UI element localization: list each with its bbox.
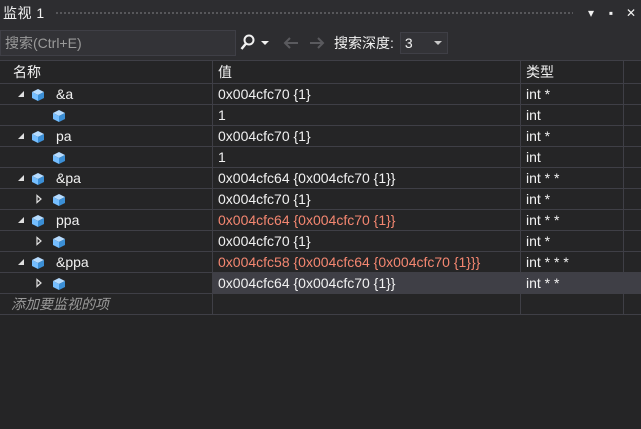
- watch-type: int * * *: [526, 254, 569, 270]
- variable-cube-icon: [31, 255, 45, 269]
- watch-type: int *: [526, 86, 551, 102]
- expander-collapsed-icon[interactable]: [34, 278, 44, 288]
- search-box: [0, 30, 236, 56]
- add-watch-row[interactable]: 添加要监视的项: [0, 294, 641, 315]
- drag-handle[interactable]: [54, 10, 573, 16]
- variable-cube-icon: [52, 192, 66, 206]
- search-depth-value: 3: [404, 35, 413, 51]
- column-header-type[interactable]: 类型: [521, 61, 624, 83]
- search-toolbar: 搜索深度: 3: [0, 26, 641, 60]
- expander-expanded-icon[interactable]: [16, 257, 26, 267]
- watch-grid: 名称 值 类型 &a 0x004cfc70 {1} int * 1 int pa 0x004…: [0, 60, 641, 315]
- window-title: 监视 1: [3, 5, 45, 21]
- watch-name: &a: [56, 86, 74, 102]
- table-row[interactable]: &pa 0x004cfc64 {0x004cfc70 {1}} int * *: [0, 168, 641, 189]
- title-bar: 监视 1 ▾ ▪ ✕: [0, 0, 641, 26]
- variable-cube-icon: [31, 129, 45, 143]
- variable-cube-icon: [31, 87, 45, 101]
- watch-type: int * *: [526, 212, 560, 228]
- arrow-right-icon: [310, 37, 325, 49]
- watch-type: int: [526, 149, 541, 165]
- search-input[interactable]: [1, 34, 207, 52]
- variable-cube-icon: [31, 171, 45, 185]
- back-button[interactable]: [278, 30, 304, 56]
- watch-value[interactable]: 0x004cfc70 {1}: [213, 128, 311, 144]
- watch-name: &pa: [56, 170, 81, 186]
- watch-type: int * *: [526, 170, 560, 186]
- expander-collapsed-icon[interactable]: [34, 194, 44, 204]
- table-row[interactable]: ppa 0x004cfc64 {0x004cfc70 {1}} int * *: [0, 210, 641, 231]
- chevron-down-icon: [433, 41, 442, 45]
- watch-value[interactable]: 0x004cfc70 {1}: [213, 191, 311, 207]
- variable-cube-icon: [52, 108, 66, 122]
- dropdown-icon[interactable]: ▾: [581, 0, 601, 26]
- table-row[interactable]: 0x004cfc64 {0x004cfc70 {1}} int * *: [0, 273, 641, 294]
- watch-type: int * *: [526, 275, 560, 291]
- table-row[interactable]: 1 int: [0, 105, 641, 126]
- table-row[interactable]: pa 0x004cfc70 {1} int *: [0, 126, 641, 147]
- maximize-icon[interactable]: ▪: [601, 0, 621, 26]
- grid-header: 名称 值 类型: [0, 60, 641, 84]
- table-row[interactable]: 0x004cfc70 {1} int *: [0, 231, 641, 252]
- watch-name: pa: [56, 128, 72, 144]
- table-row[interactable]: &ppa 0x004cfc58 {0x004cfc64 {0x004cfc70 {…: [0, 252, 641, 273]
- forward-button[interactable]: [304, 30, 330, 56]
- variable-cube-icon: [52, 150, 66, 164]
- watch-value[interactable]: 0x004cfc70 {1}: [213, 86, 311, 102]
- arrow-left-icon: [283, 37, 298, 49]
- chevron-down-icon: [261, 41, 269, 45]
- variable-cube-icon: [31, 213, 45, 227]
- add-watch-placeholder: 添加要监视的项: [11, 296, 109, 312]
- watch-window: 监视 1 ▾ ▪ ✕ 搜索深度:: [0, 0, 641, 429]
- watch-value[interactable]: 0x004cfc58 {0x004cfc64 {0x004cfc70 {1}}}: [213, 254, 480, 270]
- table-row[interactable]: 1 int: [0, 147, 641, 168]
- watch-name: ppa: [56, 212, 80, 228]
- search-icon: [240, 34, 255, 50]
- watch-type: int *: [526, 128, 551, 144]
- grid-rows: &a 0x004cfc70 {1} int * 1 int pa 0x004cfc70 {1…: [0, 84, 641, 294]
- expander-collapsed-icon[interactable]: [34, 236, 44, 246]
- expander-expanded-icon[interactable]: [16, 215, 26, 225]
- column-header-name[interactable]: 名称: [0, 61, 213, 83]
- expander-expanded-icon[interactable]: [16, 131, 26, 141]
- table-row[interactable]: &a 0x004cfc70 {1} int *: [0, 84, 641, 105]
- watch-value[interactable]: 1: [213, 149, 226, 165]
- column-header-value[interactable]: 值: [213, 61, 521, 83]
- search-button[interactable]: [238, 30, 278, 56]
- watch-value[interactable]: 0x004cfc70 {1}: [213, 233, 311, 249]
- close-icon[interactable]: ✕: [621, 0, 641, 26]
- watch-type: int: [526, 107, 541, 123]
- watch-value[interactable]: 0x004cfc64 {0x004cfc70 {1}}: [213, 212, 395, 228]
- watch-type: int *: [526, 233, 551, 249]
- variable-cube-icon: [52, 276, 66, 290]
- table-row[interactable]: 0x004cfc70 {1} int *: [0, 189, 641, 210]
- watch-value[interactable]: 0x004cfc64 {0x004cfc70 {1}}: [213, 275, 395, 291]
- watch-name: &ppa: [56, 254, 89, 270]
- watch-value[interactable]: 1: [213, 107, 226, 123]
- search-depth-label: 搜索深度:: [334, 35, 394, 51]
- expander-expanded-icon[interactable]: [16, 173, 26, 183]
- watch-value[interactable]: 0x004cfc64 {0x004cfc70 {1}}: [213, 170, 395, 186]
- expander-expanded-icon[interactable]: [16, 89, 26, 99]
- search-depth-select[interactable]: 3: [399, 32, 448, 54]
- watch-type: int *: [526, 191, 551, 207]
- variable-cube-icon: [52, 234, 66, 248]
